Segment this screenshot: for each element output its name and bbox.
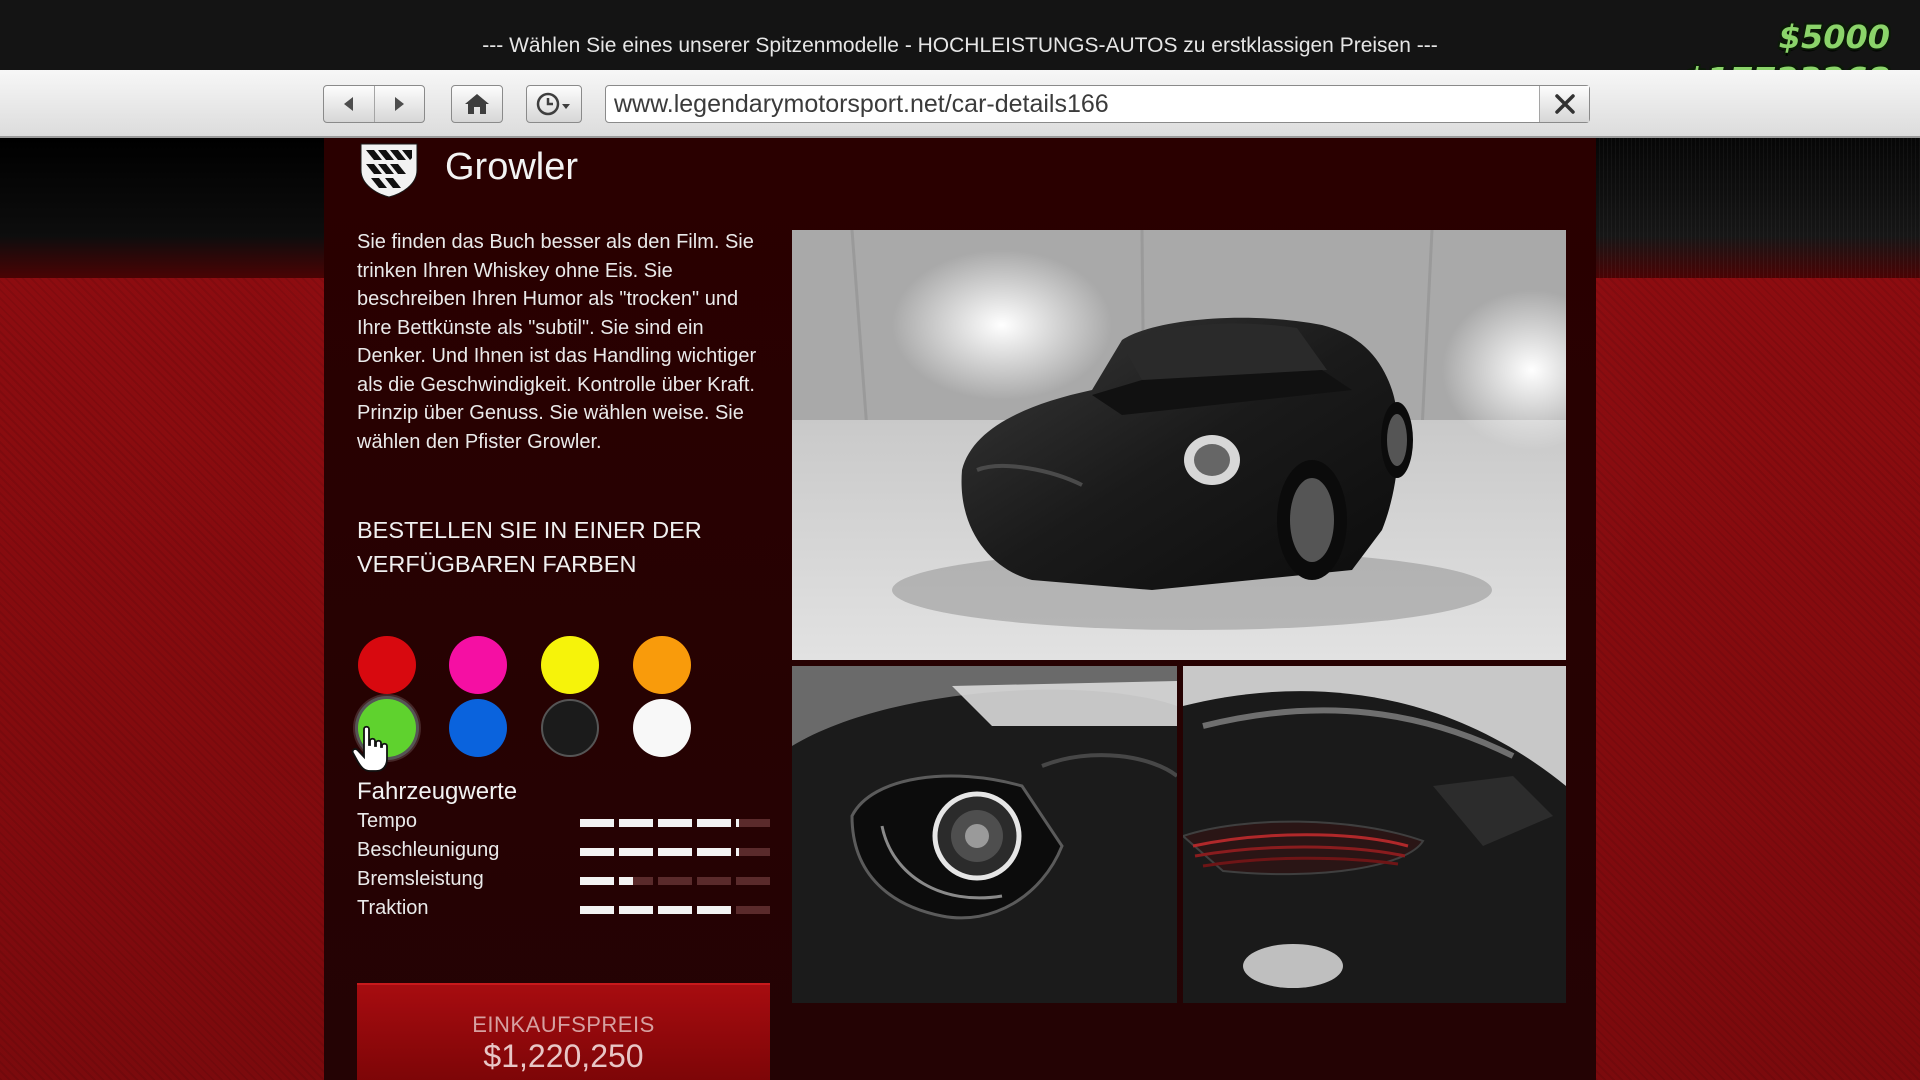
stat-bar-fill [619, 819, 653, 827]
cash-amount: $5000 [1778, 18, 1890, 56]
stat-bar-segment [619, 848, 653, 856]
car-details-panel: Growler Sie finden das Buch besser als d… [324, 138, 1596, 1080]
purchase-button[interactable]: EINKAUFSPREIS $1,220,250 [357, 983, 770, 1080]
site-tagline: --- Wählen Sie eines unserer Spitzenmode… [482, 34, 1438, 57]
stat-bar-fill [658, 819, 692, 827]
stat-bar-segment [619, 819, 653, 827]
car-photo-main[interactable] [792, 230, 1566, 660]
stat-bar-segment [580, 906, 614, 914]
stat-bar-segment [697, 819, 731, 827]
stat-bar-segment [619, 906, 653, 914]
color-swatch-orange[interactable] [633, 636, 691, 694]
stat-bar-segment [658, 848, 692, 856]
stat-bar-fill [580, 906, 614, 914]
stat-bar [580, 819, 770, 827]
stat-bar-segment [697, 877, 731, 885]
stat-bar-fill [697, 848, 731, 856]
address-bar [605, 85, 1590, 123]
nav-button-group [323, 85, 425, 123]
stat-label: Tempo [357, 810, 418, 832]
forward-arrow-icon [395, 97, 405, 111]
stat-bar-fill [697, 819, 731, 827]
purchase-price: $1,220,250 [483, 1038, 644, 1074]
stat-bar-fill [697, 906, 731, 914]
car-photo-headlight-image [792, 666, 1177, 1003]
url-input[interactable] [606, 86, 1539, 122]
forward-button[interactable] [373, 86, 425, 122]
close-button[interactable] [1539, 86, 1589, 122]
colors-heading: BESTELLEN SIE IN EINER DER VERFÜGBAREN F… [357, 517, 702, 577]
browser-toolbar [0, 70, 1920, 138]
stat-bar-fill [736, 848, 740, 856]
color-swatch-red[interactable] [358, 636, 416, 694]
car-title: Growler [445, 146, 579, 188]
car-photo-rear[interactable] [1183, 666, 1566, 1003]
history-button[interactable] [526, 85, 582, 123]
stat-label: Traktion [357, 897, 429, 919]
stat-bar-segment [697, 848, 731, 856]
home-button[interactable] [451, 85, 503, 123]
stat-bar-fill [619, 906, 653, 914]
background-scenery-left [0, 138, 325, 278]
stat-bar-segment [580, 848, 614, 856]
stat-bar-fill [580, 877, 614, 885]
color-swatch-pink[interactable] [449, 636, 507, 694]
stat-bar-segment [736, 819, 770, 827]
hand-cursor-icon [351, 725, 388, 772]
car-photo-rear-image [1183, 666, 1566, 1003]
back-button[interactable] [324, 86, 374, 122]
pfister-logo-icon [360, 143, 418, 198]
stat-bar-fill [619, 848, 653, 856]
purchase-label: EINKAUFSPREIS [472, 1012, 655, 1037]
stat-bar-fill [580, 848, 614, 856]
stat-bar-segment [580, 877, 614, 885]
stat-bar-fill [736, 819, 740, 827]
stat-label: Bremsleistung [357, 868, 484, 890]
car-photo-headlight[interactable] [792, 666, 1177, 1003]
color-swatch-blue[interactable] [449, 699, 507, 757]
stat-bar-segment [697, 906, 731, 914]
close-icon [1554, 94, 1575, 114]
stat-bar-segment [658, 906, 692, 914]
stat-bar-fill [658, 848, 692, 856]
top-banner: --- Wählen Sie eines unserer Spitzenmode… [0, 0, 1920, 70]
stat-bar-fill [619, 877, 633, 885]
history-clock-icon [536, 92, 570, 116]
color-swatch-white[interactable] [633, 699, 691, 757]
stat-bar-segment [619, 877, 653, 885]
stat-bar [580, 848, 770, 856]
stat-bar-fill [580, 819, 614, 827]
stat-bar-segment [736, 906, 770, 914]
stat-bar-segment [658, 819, 692, 827]
stat-bar-segment [736, 877, 770, 885]
stat-bar-fill [658, 906, 692, 914]
stat-label: Beschleunigung [357, 839, 500, 861]
background-scenery-right [1595, 138, 1920, 278]
stat-bar [580, 906, 770, 914]
stats-heading: Fahrzeugwerte [357, 778, 518, 805]
stat-bar-segment [580, 819, 614, 827]
color-swatch-black[interactable] [541, 699, 599, 757]
car-photo-main-image [792, 230, 1566, 660]
car-description: Sie finden das Buch besser als den Film.… [357, 231, 757, 453]
stat-bar-segment [658, 877, 692, 885]
stat-bar-segment [736, 848, 770, 856]
home-icon [465, 94, 489, 114]
back-arrow-icon [343, 97, 353, 111]
color-swatch-yellow[interactable] [541, 636, 599, 694]
stat-bar [580, 877, 770, 885]
